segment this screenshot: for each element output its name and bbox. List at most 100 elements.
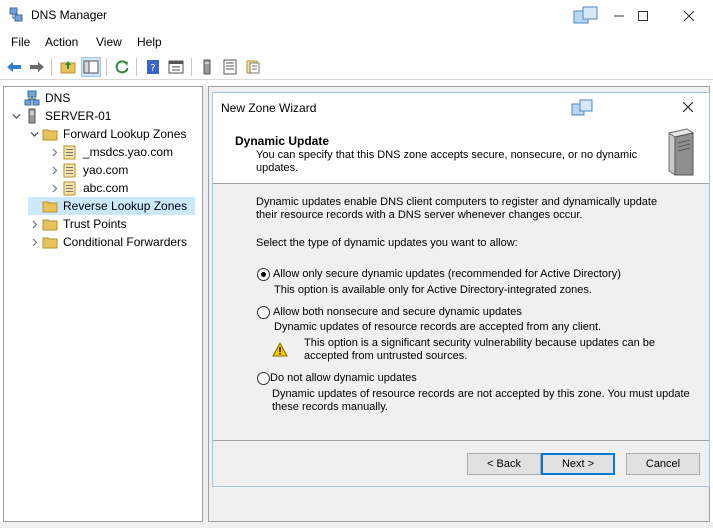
chevron-down-icon[interactable]	[28, 125, 40, 143]
chevron-right-icon[interactable]	[48, 161, 60, 179]
cancel-button[interactable]: Cancel	[626, 453, 700, 475]
tree-item-label: DNS	[45, 91, 71, 105]
zone-icon	[63, 145, 76, 160]
folder-icon	[42, 237, 58, 249]
no-updates-description: Dynamic updates of resource records are …	[272, 388, 690, 413]
tree-item-trust-points[interactable]: Trust Points	[28, 215, 127, 233]
zone-icon	[62, 180, 78, 196]
tree-item-server-01[interactable]: SERVER-01	[10, 107, 111, 125]
zone-button[interactable]	[243, 57, 263, 77]
nonsecure-updates-radio[interactable]	[257, 306, 270, 319]
server-icon	[203, 59, 211, 75]
back-button[interactable]: < Back	[467, 453, 541, 475]
tree-item-reverse-lookup-zones[interactable]: Reverse Lookup Zones	[28, 197, 196, 215]
back-arrow-icon	[7, 62, 21, 72]
nonsecure-updates-description: Dynamic updates of resource records are …	[274, 321, 602, 333]
toolbar-separator	[106, 58, 107, 76]
properties-icon	[168, 60, 184, 74]
console-tree: DNS SERVER-01 Forward Lookup Zones _msdcs.y…	[3, 86, 203, 522]
chevron-right-icon[interactable]	[28, 215, 40, 233]
close-icon	[682, 101, 694, 113]
wizard-page-title: Dynamic Update	[235, 134, 330, 148]
zone-icon	[62, 162, 78, 178]
wizard-separator	[213, 440, 709, 441]
refresh-icon	[115, 60, 129, 74]
expander-placeholder	[28, 197, 40, 215]
wizard-header: Dynamic Update You can specify that this…	[213, 123, 709, 184]
tree-item-msdcs-yao-com[interactable]: _msdcs.yao.com	[48, 143, 173, 161]
show-hide-tree-button[interactable]	[81, 57, 101, 77]
wizard-page-subtitle: You can specify that this DNS zone accep…	[256, 149, 638, 174]
server-button[interactable]	[197, 57, 217, 77]
list-view-button[interactable]	[220, 57, 240, 77]
tree-item-abc-com[interactable]: abc.com	[48, 179, 128, 197]
chevron-right-icon	[32, 238, 37, 246]
back-button[interactable]	[4, 57, 24, 77]
forward-button[interactable]	[27, 57, 47, 77]
nonsecure-updates-label[interactable]: Allow both nonsecure and secure dynamic …	[273, 306, 522, 319]
no-updates-radio[interactable]	[257, 372, 270, 385]
menu-file[interactable]: File	[11, 35, 30, 49]
window-title: DNS Manager	[31, 8, 108, 22]
close-button[interactable]	[666, 0, 712, 31]
folder-icon	[42, 216, 58, 232]
menu-action[interactable]: Action	[45, 35, 78, 49]
server-tower-icon	[667, 128, 695, 176]
tree-item-forward-lookup-zones[interactable]: Forward Lookup Zones	[28, 125, 186, 143]
refresh-button[interactable]	[112, 57, 132, 77]
tree-item-yao-com[interactable]: yao.com	[48, 161, 128, 179]
tree-item-label: _msdcs.yao.com	[83, 145, 174, 159]
wizard-close-button[interactable]	[682, 99, 694, 117]
folder-icon	[42, 129, 58, 141]
next-button[interactable]: Next >	[541, 453, 615, 475]
title-bar: DNS Manager	[0, 0, 713, 31]
tree-item-label: Trust Points	[63, 217, 127, 231]
up-one-level-button[interactable]	[58, 57, 78, 77]
chevron-down-icon[interactable]	[10, 107, 22, 125]
dns-icon	[24, 90, 40, 106]
chevron-right-icon	[32, 220, 37, 228]
dns-icon	[24, 90, 40, 106]
folder-icon	[42, 201, 58, 213]
toolbar: ?	[0, 53, 713, 80]
maximize-button[interactable]	[620, 0, 666, 31]
tree-item-label: SERVER-01	[45, 109, 112, 123]
tree-item-label: abc.com	[83, 181, 129, 195]
toolbar-separator	[51, 58, 52, 76]
secure-updates-radio[interactable]	[257, 268, 270, 281]
chevron-right-icon[interactable]	[48, 143, 60, 161]
tree-item-conditional-forwarders[interactable]: Conditional Forwarders	[28, 233, 187, 251]
secure-updates-description: This option is available only for Active…	[274, 284, 592, 296]
prompt-text: Select the type of dynamic updates you w…	[256, 237, 518, 249]
tree-item-label: Forward Lookup Zones	[63, 127, 187, 141]
chevron-down-icon	[30, 131, 38, 137]
tree-item-label: Reverse Lookup Zones	[63, 199, 188, 213]
chevron-right-icon[interactable]	[48, 179, 60, 197]
folder-icon	[42, 126, 58, 142]
expander-placeholder	[10, 89, 22, 107]
tree-item-dns[interactable]: DNS	[10, 89, 70, 107]
properties-button[interactable]	[166, 57, 186, 77]
chevron-right-icon	[52, 148, 57, 156]
chevron-right-icon[interactable]	[28, 233, 40, 251]
chevron-right-icon	[52, 166, 57, 174]
svg-text:?: ?	[150, 63, 155, 74]
folder-icon	[42, 219, 58, 231]
zone-icon	[63, 181, 76, 196]
windows-icon	[571, 99, 593, 116]
menu-bar: File Action View Help	[0, 31, 713, 53]
console-tree-icon	[83, 60, 99, 74]
intro-text: Dynamic updates enable DNS client comput…	[256, 196, 658, 221]
chevron-down-icon	[12, 113, 20, 119]
menu-help[interactable]: Help	[137, 35, 162, 49]
chevron-right-icon	[52, 184, 57, 192]
maximize-icon	[638, 10, 648, 21]
dns-manager-icon	[9, 7, 23, 22]
no-updates-label[interactable]: Do not allow dynamic updates	[270, 372, 417, 385]
list-icon	[223, 59, 237, 75]
menu-view[interactable]: View	[96, 35, 122, 49]
folder-icon	[42, 198, 58, 214]
warning-icon	[272, 342, 288, 357]
help-button[interactable]: ?	[143, 57, 163, 77]
secure-updates-label[interactable]: Allow only secure dynamic updates (recom…	[273, 268, 621, 281]
